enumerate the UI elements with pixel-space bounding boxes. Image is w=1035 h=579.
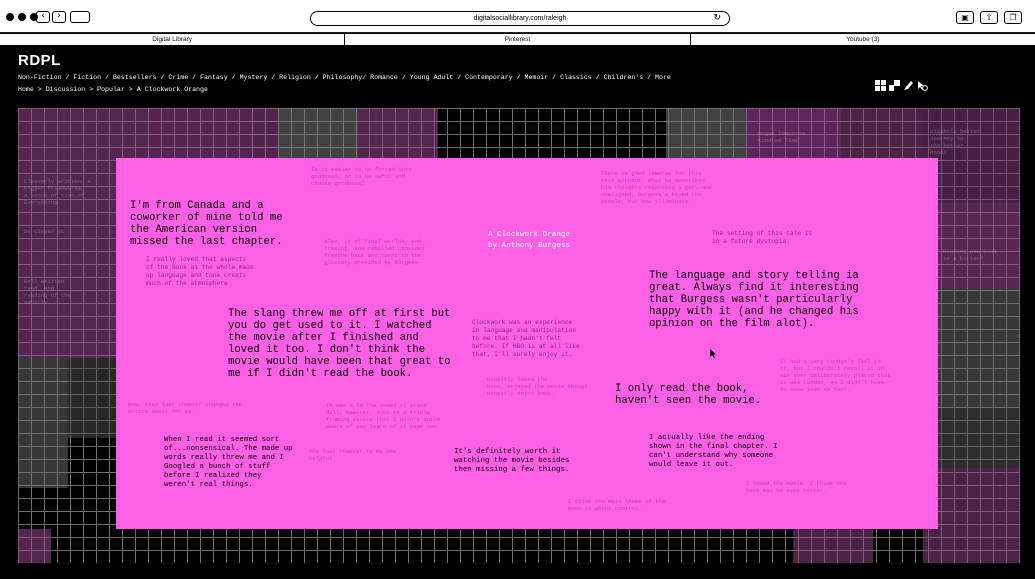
tabs-icon: ❐ (1009, 13, 1017, 22)
tile (18, 358, 68, 488)
comment-worth-it[interactable]: It's definitely worth it watching the mo… (454, 448, 569, 475)
background-comment: Cleaverly written. A bigger frameworks A… (24, 178, 92, 206)
tab-pinterest[interactable]: Pinterest (345, 34, 691, 45)
tile (793, 529, 873, 563)
faint-comment: Alex, is of final worlds, and freeing, a… (324, 238, 425, 266)
comment-storytelling[interactable]: The language and story telling ia great.… (649, 270, 859, 330)
tile (68, 358, 116, 438)
extension-button[interactable]: ▣ (956, 11, 974, 24)
tab-youtube[interactable]: Youtube (3) (691, 34, 1035, 45)
tile (148, 108, 248, 158)
tile (278, 108, 358, 158)
sidebar-toggle-button[interactable] (70, 11, 90, 23)
tab-digital-library[interactable]: Digital Library (0, 34, 346, 45)
comment-wall: Cleaverly written. A bigger frameworks A… (18, 108, 1020, 563)
forward-button[interactable]: › (52, 11, 66, 23)
tile (18, 108, 148, 158)
setting-comment: The setting of this tale is in a future … (712, 230, 813, 245)
background-comment: Slightly better Journey to the better Mo… (930, 128, 981, 156)
comment-experience[interactable]: Clockwork was an experience in language … (472, 319, 580, 359)
address-bar[interactable]: digitalsociallibrary.com/raleigh ↻ (310, 11, 730, 26)
comment-slang[interactable]: The slang threw me off at first but you … (228, 308, 451, 380)
back-button[interactable]: ‹ (36, 11, 50, 23)
genre-nav[interactable]: Non-Fiction / Fiction / Bestsellers / Cr… (18, 74, 671, 81)
faint-comment: It was a ld the ended it stand dull, how… (326, 402, 441, 430)
mosaic-view-icon[interactable] (889, 80, 900, 91)
comment-canada[interactable]: I'm from Canada and a coworker of mine t… (130, 200, 283, 248)
mouse-pointer-icon (710, 349, 716, 358)
comment-ending[interactable]: I actually like the ending shown in the … (649, 434, 778, 470)
browser-tabs: Digital Library Pinterest Youtube (3) (0, 34, 1035, 46)
breadcrumb[interactable]: Home > Discussion > Popular > A Clockwor… (18, 86, 208, 93)
faint-comment: Wow. that last chapter changed the entir… (128, 401, 243, 415)
extension-icon: ▣ (961, 13, 969, 22)
tile (938, 203, 1020, 288)
tile (18, 529, 51, 563)
comment-nonsensical[interactable]: When I read it seemed sort of...nonsensi… (164, 436, 293, 490)
address-text: digitalsociallibrary.com/raleigh (473, 15, 567, 22)
faint-comment: Honestly liked the book, enjoyed the mov… (487, 376, 588, 397)
share-button[interactable]: ⇧ (980, 11, 998, 24)
faint-comment: Is it easier to be forced into goodness,… (311, 166, 412, 187)
reload-icon[interactable]: ↻ (713, 12, 721, 25)
faint-comment: It had a very London's feel to it, but I… (780, 358, 891, 393)
close-window-dot[interactable] (6, 13, 14, 21)
site-logo[interactable]: RDPL (18, 52, 61, 69)
minimize-window-dot[interactable] (18, 13, 26, 21)
pen-icon[interactable] (903, 80, 914, 91)
comment-atmosphere[interactable]: I really loved that aspects of the Book … (146, 256, 254, 288)
background-comment: Well written read, and reading of the ve… (24, 278, 71, 306)
background-comment: Reading new book in a bitter? (943, 248, 997, 262)
discussion-panel: Is it easier to be forced into goodness,… (116, 158, 938, 529)
tabs-button[interactable]: ❐ (1004, 11, 1022, 24)
chevron-right-icon: › (57, 11, 61, 21)
book-title[interactable]: A Clockwork Orange (488, 230, 570, 240)
faint-comment: I loved the movie. I think the book may … (746, 480, 847, 494)
background-comment: So Clever it (24, 228, 65, 235)
cursor-icon[interactable] (917, 80, 928, 91)
grid-view-icon[interactable] (875, 80, 886, 91)
share-icon: ⇧ (985, 13, 993, 22)
comment-only-book[interactable]: I only read the book, haven't seen the m… (615, 383, 761, 407)
view-controls (875, 80, 928, 91)
faint-comment: There is good immerse for this past with… (601, 170, 712, 205)
faint-comment: I think the main theme of the book is ab… (568, 498, 666, 512)
background-comment: Rogue Tomorrow Kindred Time (758, 130, 805, 144)
tile (841, 108, 921, 158)
tile (358, 108, 438, 158)
browser-chrome: ‹ › digitalsociallibrary.com/raleigh ↻ ▣… (0, 0, 1035, 33)
tile (248, 108, 278, 158)
book-author[interactable]: by Anthony Burgess (488, 241, 570, 251)
faint-comment: The last chapter to me was helpful (309, 448, 397, 462)
chevron-left-icon: ‹ (41, 11, 45, 21)
tile (666, 108, 746, 158)
window-controls[interactable] (6, 13, 38, 21)
